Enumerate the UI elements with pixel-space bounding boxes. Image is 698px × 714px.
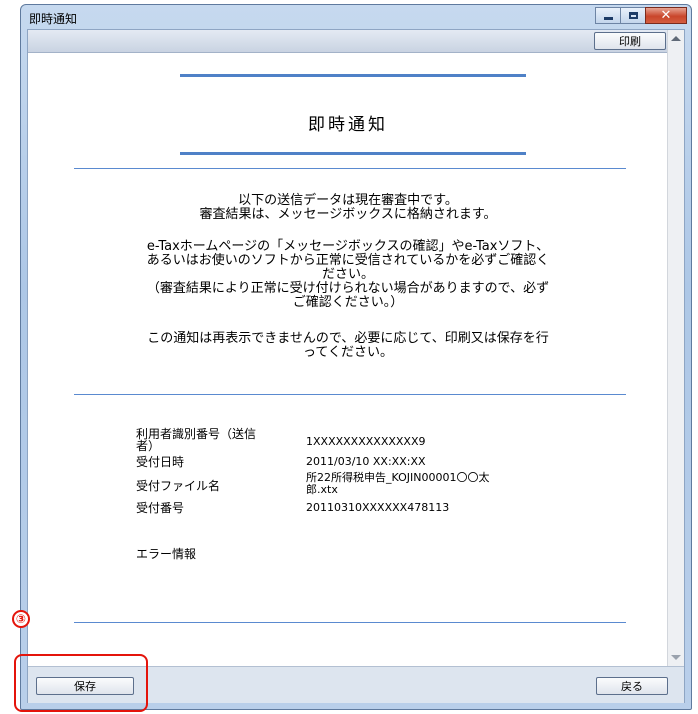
scroll-up-icon[interactable] [671,36,681,41]
message-line: ってください。 [303,345,393,360]
user-id-value: 1XXXXXXXXXXXXXX9 [306,435,426,448]
notice-content: 即時通知 以下の送信データは現在審査中です。 審査結果は、メッセージボックスに格… [28,52,668,666]
annotation-number: ③ [12,610,30,628]
title-bar[interactable]: 即時通知 ✕ [21,5,691,29]
message-line: e-Taxホームページの「メッセージボックスの確認」やe-Taxソフト、 [146,239,550,254]
message-line: 以下の送信データは現在審査中です。 [238,193,458,208]
save-button-highlight [14,654,148,712]
section-divider [74,168,626,169]
message-line: この通知は再表示できませんので、必要に応じて、印刷又は保存を行 [147,331,549,346]
message-line: （審査結果により正常に受け付けられない場合がありますので、必ず [146,281,550,296]
close-button[interactable]: ✕ [645,7,687,24]
toolbar: 印刷 [28,30,668,53]
close-icon: ✕ [660,8,672,23]
minimize-icon [603,17,613,20]
receipt-number-value: 20110310XXXXXX478113 [306,501,450,514]
scroll-down-icon[interactable] [671,655,681,660]
message-line: 審査結果は、メッセージボックスに格納されます。 [199,207,497,222]
heading-top-rule [180,74,526,77]
window-client-area: 印刷 即時通知 以下の送信データは現在審査中です。 審査結果は、メッセージボック… [12,29,685,712]
maximize-icon [628,12,638,19]
date-label: 受付日時 [136,455,185,469]
window-title: 即時通知 [29,12,78,26]
window-controls: ✕ [595,7,687,25]
date-value: 2011/03/10 XX:XX:XX [306,455,426,468]
maximize-button[interactable] [620,7,646,24]
error-info-label: エラー情報 [136,547,197,561]
message-line: ご確認ください。） [292,295,404,310]
message-line: ださい。 [321,267,374,282]
section-divider [74,622,626,623]
user-id-label-cont: 者） [136,439,161,453]
user-id-label: 利用者識別番号（送信 [136,427,257,441]
heading-bottom-rule [180,152,526,155]
minimize-button[interactable] [595,7,621,24]
print-button[interactable]: 印刷 [594,32,666,50]
file-name-value-cont: 郎.xtx [306,483,338,496]
notice-heading: 即時通知 [308,115,388,135]
file-name-label: 受付ファイル名 [136,479,221,493]
receipt-number-label: 受付番号 [136,501,185,515]
message-line: あるいはお使いのソフトから正常に受信されているかを必ずご確認く [146,253,550,268]
section-divider [74,394,626,395]
notice-window: 即時通知 ✕ 印刷 即時通知 以下の送信データは現在審査中です。 審査結果は、メ… [12,4,692,712]
vertical-scrollbar[interactable] [667,30,684,666]
back-button[interactable]: 戻る [596,677,668,695]
